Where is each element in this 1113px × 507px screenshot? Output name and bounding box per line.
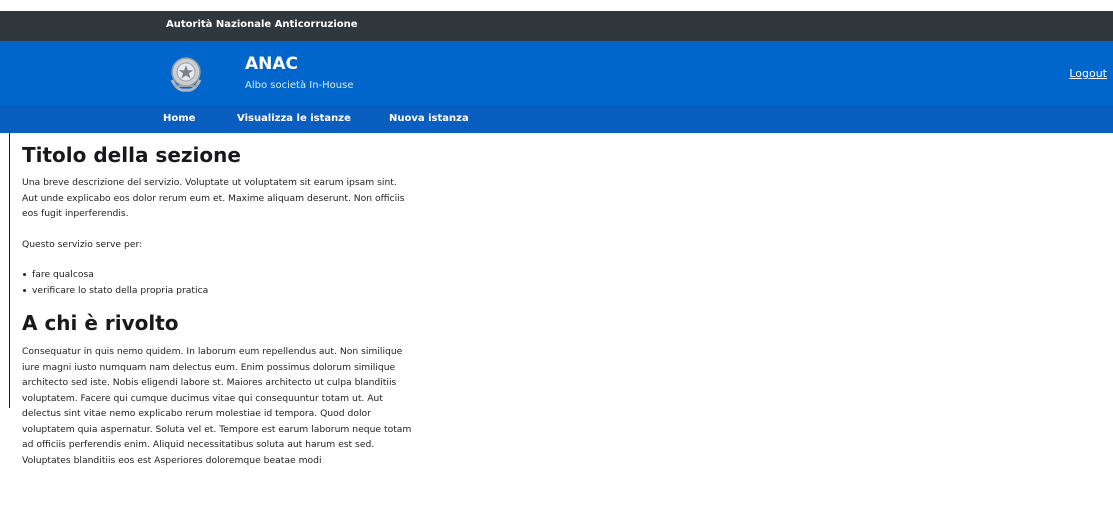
section-title: Titolo della sezione (22, 143, 241, 167)
slim-header: Autorità Nazionale Anticorruzione (0, 11, 1113, 41)
service-description: Una breve descrizione del servizio. Volu… (22, 177, 405, 219)
main-content: Titolo della sezione Una breve descrizio… (22, 140, 412, 468)
service-intro: Questo servizio serve per: (22, 238, 143, 250)
service-bullets: fare qualcosa verificare lo stato della … (22, 267, 412, 298)
section-title: A chi è rivolto (22, 311, 179, 335)
owner-label[interactable]: Autorità Nazionale Anticorruzione (166, 19, 358, 30)
nav-item-home[interactable]: Home (163, 113, 195, 124)
center-header: ANAC Albo società In-House Logout (0, 41, 1113, 105)
brand-subtitle: Albo società In-House (245, 80, 354, 91)
main-navbar: Home Visualizza le istanze Nuova istanza (0, 105, 1113, 133)
list-item: fare qualcosa (22, 267, 412, 283)
nav-item-nuova-istanza[interactable]: Nuova istanza (389, 113, 469, 124)
logout-link[interactable]: Logout (1069, 67, 1107, 80)
brand-title[interactable]: ANAC (245, 54, 298, 74)
list-item: verificare lo stato della propria pratic… (22, 283, 412, 299)
left-divider (9, 133, 10, 408)
top-strip (0, 0, 1113, 11)
section-body: Consequatur in quis nemo quidem. In labo… (22, 346, 412, 466)
nav-item-visualizza-istanze[interactable]: Visualizza le istanze (237, 113, 351, 124)
italian-republic-emblem-icon (164, 52, 208, 96)
